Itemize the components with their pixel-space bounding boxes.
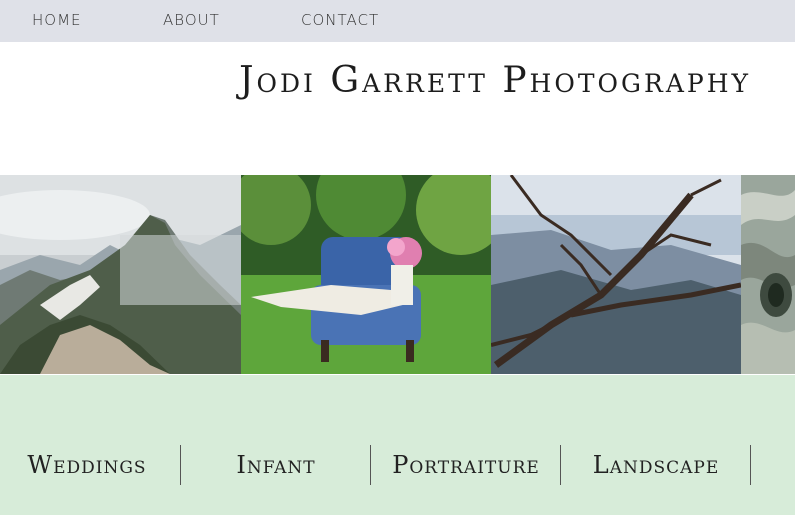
nav-contact-link[interactable]: CONTACT xyxy=(301,11,379,29)
nav-home-link[interactable]: HOME xyxy=(32,11,82,29)
category-bar: Weddings Infant Portraiture Landscape xyxy=(0,375,795,515)
top-nav: HOME ABOUT CONTACT xyxy=(0,0,795,42)
photo-gallery xyxy=(0,175,795,374)
tree-bark-photo[interactable] xyxy=(741,175,795,374)
site-title: Jodi Garrett Photography xyxy=(239,60,751,101)
branches-photo[interactable] xyxy=(491,175,741,374)
category-weddings[interactable]: Weddings xyxy=(0,445,182,485)
nav-about-link[interactable]: ABOUT xyxy=(163,11,220,29)
category-infant[interactable]: Infant xyxy=(181,445,371,485)
category-divider xyxy=(750,445,751,485)
blue-chair-photo[interactable] xyxy=(241,175,491,374)
category-landscape[interactable]: Landscape xyxy=(561,445,751,485)
mountain-photo[interactable] xyxy=(0,175,241,374)
category-portraiture[interactable]: Portraiture xyxy=(371,445,561,485)
